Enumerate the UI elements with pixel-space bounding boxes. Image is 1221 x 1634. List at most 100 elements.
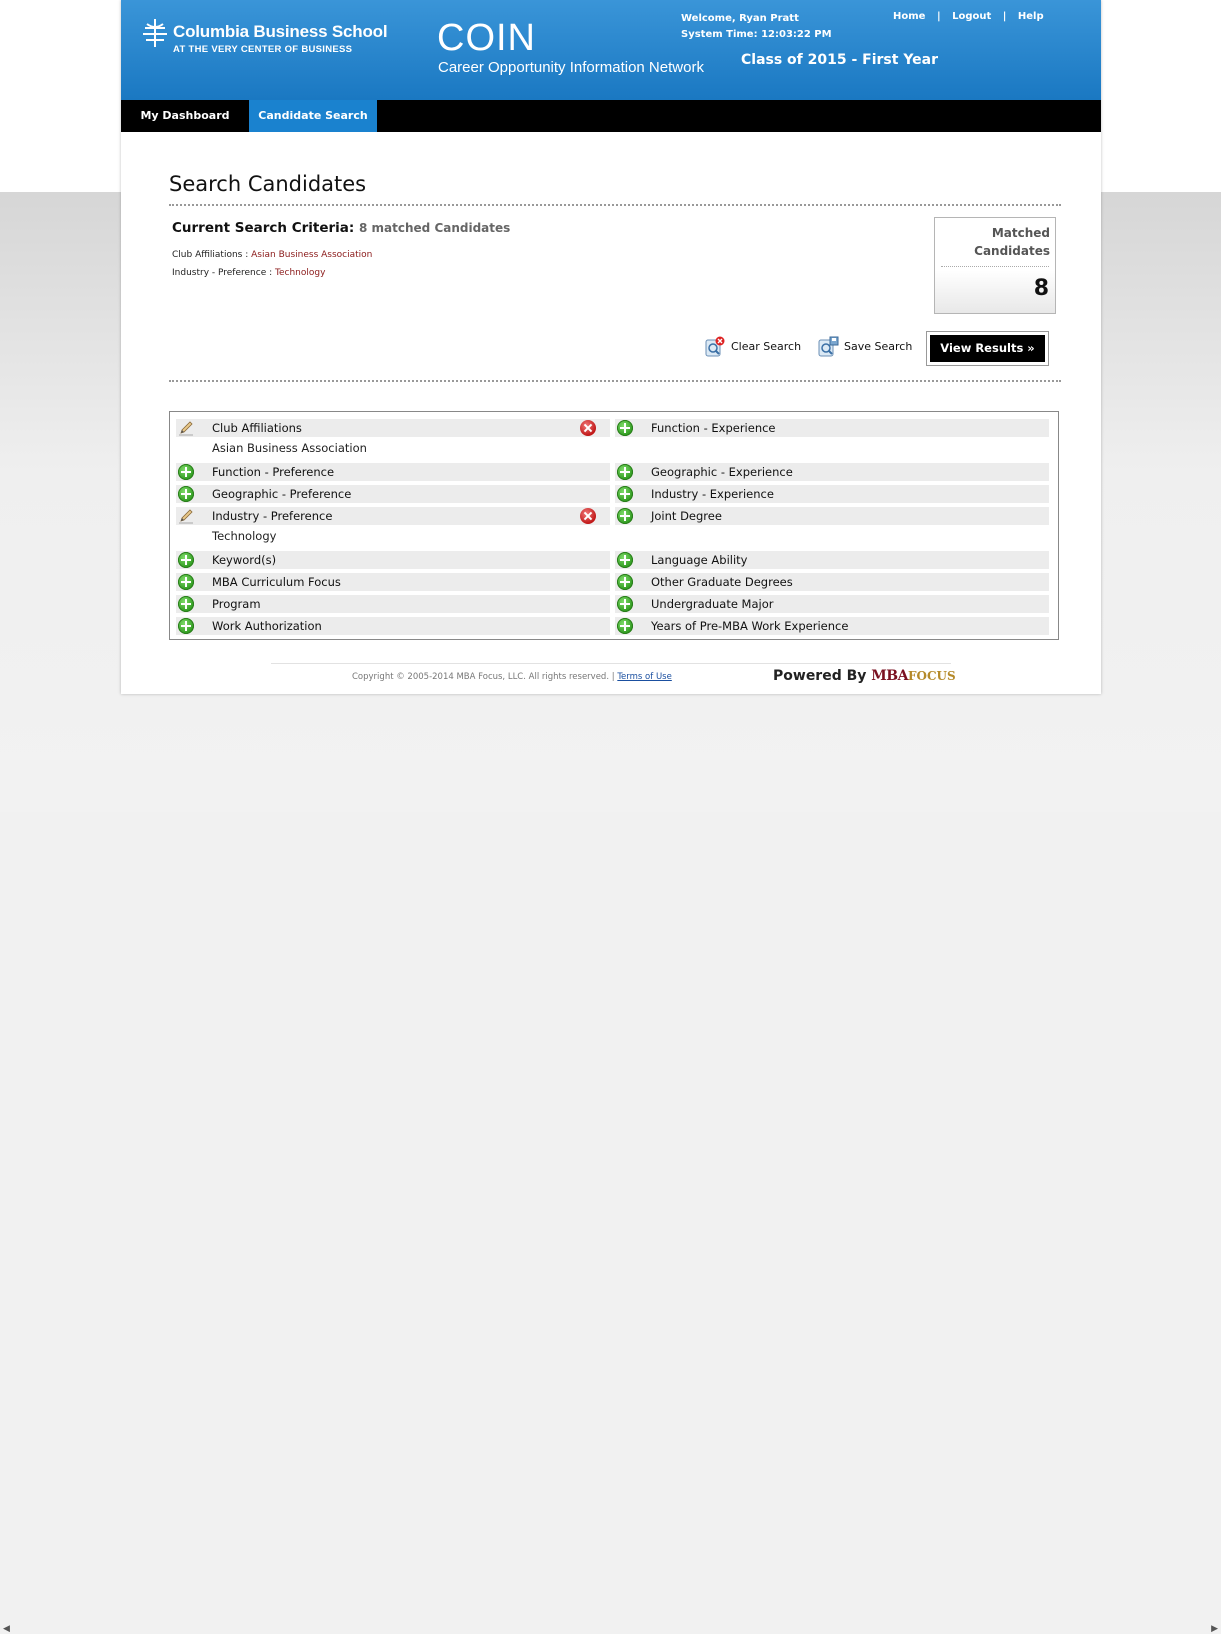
home-link[interactable]: Home [893,11,925,22]
filter-column-right: Function - Experience Geographic - Exper… [615,419,1049,639]
filter-label: Function - Preference [212,465,335,479]
filter-row-club-affiliations[interactable]: Club Affiliations Asian Business Associa… [176,419,610,459]
clear-search-button[interactable]: Clear Search [704,336,801,358]
save-search-button[interactable]: Save Search [817,336,912,358]
edit-pencil-icon[interactable] [178,420,194,436]
columbia-crown-icon [143,19,167,47]
add-filter-icon[interactable] [617,552,633,568]
filter-row-industry-preference[interactable]: Industry - Preference Technology [176,507,610,547]
filter-row-work-authorization[interactable]: Work Authorization [176,617,610,635]
header-banner: Columbia Business School AT THE VERY CEN… [121,0,1101,100]
welcome-text: Welcome, Ryan Pratt [681,13,799,24]
filter-row-industry-experience[interactable]: Industry - Experience [615,485,1049,503]
filter-value: Technology [212,529,277,543]
filter-row-other-graduate-degrees[interactable]: Other Graduate Degrees [615,573,1049,591]
filter-grid: Club Affiliations Asian Business Associa… [169,411,1059,640]
scroll-left-icon[interactable]: ◀ [3,1624,10,1634]
filter-label: Industry - Experience [651,487,774,501]
add-filter-icon[interactable] [178,574,194,590]
filter-value: Asian Business Association [212,441,367,455]
tab-candidate-search[interactable]: Candidate Search [249,100,377,132]
add-filter-icon[interactable] [178,618,194,634]
criteria-heading-label: Current Search Criteria: [172,220,355,236]
school-tagline: AT THE VERY CENTER OF BUSINESS [173,44,353,55]
filter-label: Undergraduate Major [651,597,774,611]
criteria-name: Club Affiliations : [172,250,249,260]
school-name: Columbia Business School [173,22,388,41]
app-subtitle: Career Opportunity Information Network [438,59,704,76]
filter-row-years-pre-mba[interactable]: Years of Pre-MBA Work Experience [615,617,1049,635]
filter-row-language-ability[interactable]: Language Ability [615,551,1049,569]
add-filter-icon[interactable] [617,486,633,502]
divider [169,380,1061,382]
mbafocus-logo-mba: MBA [871,668,908,684]
matched-candidates-box: Matched Candidates 8 [934,217,1056,314]
powered-by: Powered By MBAFOCUS [773,668,956,684]
footer-divider [271,663,951,664]
terms-of-use-link[interactable]: Terms of Use [617,672,672,682]
filter-row-joint-degree[interactable]: Joint Degree [615,507,1049,547]
page-title: Search Candidates [169,172,367,196]
view-results-label: View Results » [930,335,1045,362]
copyright: Copyright © 2005-2014 MBA Focus, LLC. Al… [352,672,672,682]
filter-row-undergraduate-major[interactable]: Undergraduate Major [615,595,1049,613]
add-filter-icon[interactable] [178,464,194,480]
add-filter-icon[interactable] [178,486,194,502]
add-filter-icon[interactable] [617,596,633,612]
filter-label: Function - Experience [651,421,776,435]
top-links: Home | Logout | Help [893,11,1044,22]
copyright-text: Copyright © 2005-2014 MBA Focus, LLC. Al… [352,672,615,682]
add-filter-icon[interactable] [178,552,194,568]
criteria-value: Asian Business Association [251,250,373,260]
remove-filter-icon[interactable] [580,508,596,524]
matched-label-line: Matched [991,226,1050,240]
criteria-line: Club Affiliations : Asian Business Assoc… [172,250,372,260]
class-label: Class of 2015 - First Year [741,52,939,68]
filter-row-function-preference[interactable]: Function - Preference [176,463,610,481]
add-filter-icon[interactable] [617,618,633,634]
matched-label: Matched Candidates [940,224,1050,260]
horizontal-scrollbar[interactable]: ◀ ▶ [0,812,1221,1634]
clear-search-label: Clear Search [731,340,802,353]
edit-pencil-icon[interactable] [178,508,194,524]
filter-row-geographic-experience[interactable]: Geographic - Experience [615,463,1049,481]
remove-filter-icon[interactable] [580,420,596,436]
criteria-value: Technology [275,268,326,278]
app-title: COIN [437,17,536,59]
add-filter-icon[interactable] [617,508,633,524]
powered-by-label: Powered By [773,668,867,684]
save-search-icon [817,336,839,358]
filter-label: Industry - Preference [212,509,333,523]
filter-column-left: Club Affiliations Asian Business Associa… [176,419,610,639]
criteria-count: 8 matched Candidates [359,221,511,235]
filter-label: Years of Pre-MBA Work Experience [651,619,849,633]
view-results-button[interactable]: View Results » [926,331,1049,366]
filter-label: Keyword(s) [212,553,277,567]
help-link[interactable]: Help [1018,11,1044,22]
filter-label: Geographic - Experience [651,465,793,479]
filter-label: Program [212,597,261,611]
mbafocus-logo-focus: FOCUS [907,669,956,683]
page-container: Columbia Business School AT THE VERY CEN… [121,0,1101,694]
matched-label-line: Candidates [974,244,1050,258]
filter-row-program[interactable]: Program [176,595,610,613]
add-filter-icon[interactable] [617,464,633,480]
filter-row-keywords[interactable]: Keyword(s) [176,551,610,569]
system-time: System Time: 12:03:22 PM [681,29,832,40]
filter-row-mba-curriculum-focus[interactable]: MBA Curriculum Focus [176,573,610,591]
add-filter-icon[interactable] [178,596,194,612]
logout-link[interactable]: Logout [952,11,991,22]
filter-label: Club Affiliations [212,421,302,435]
main-nav: My Dashboard Candidate Search [121,100,1101,132]
filter-label: Work Authorization [212,619,322,633]
link-separator: | [936,11,941,22]
add-filter-icon[interactable] [617,574,633,590]
criteria-heading: Current Search Criteria: 8 matched Candi… [172,220,510,236]
scroll-right-icon[interactable]: ▶ [1211,1624,1218,1634]
clear-search-icon [704,336,726,358]
filter-row-geographic-preference[interactable]: Geographic - Preference [176,485,610,503]
tab-my-dashboard[interactable]: My Dashboard [121,100,249,132]
filter-row-function-experience[interactable]: Function - Experience [615,419,1049,459]
add-filter-icon[interactable] [617,420,633,436]
divider [169,204,1061,206]
